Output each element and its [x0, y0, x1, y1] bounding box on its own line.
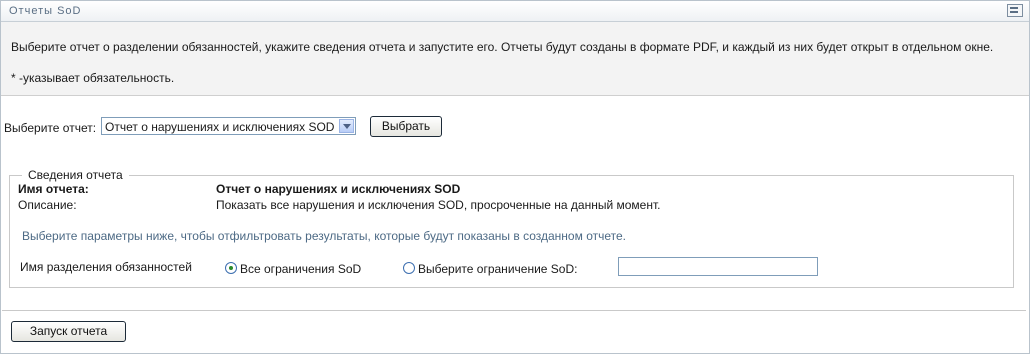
intro-description: Выберите отчет о разделении обязанностей… [11, 40, 994, 54]
report-select[interactable]: Отчет о нарушениях и исключениях SOD [101, 117, 356, 135]
radio-all-constraints[interactable] [225, 262, 237, 274]
sod-constraint-input[interactable] [618, 257, 818, 276]
report-name-value: Отчет о нарушениях и исключениях SOD [216, 182, 461, 196]
maximize-icon[interactable] [1007, 4, 1023, 17]
run-report-button[interactable]: Запуск отчета [11, 321, 126, 342]
chevron-down-icon[interactable] [339, 119, 354, 133]
radio-all-constraints-label[interactable]: Все ограничения SoD [240, 262, 361, 276]
sod-name-label: Имя разделения обязанностей [20, 260, 192, 274]
report-name-label: Имя отчета: [18, 182, 89, 196]
intro-panel: Выберите отчет о разделении обязанностей… [1, 22, 1029, 96]
select-report-button[interactable]: Выбрать [370, 116, 442, 137]
filter-hint: Выберите параметры ниже, чтобы отфильтро… [22, 229, 626, 243]
action-divider [2, 310, 1026, 311]
report-select-label: Выберите отчет: [4, 121, 97, 135]
radio-choose-constraint-label[interactable]: Выберите ограничение SoD: [418, 262, 577, 276]
report-desc-value: Показать все нарушения и исключения SOD,… [216, 198, 661, 212]
radio-choose-constraint[interactable] [403, 262, 415, 274]
required-note: * -указывает обязательность. [11, 71, 175, 85]
report-select-value: Отчет о нарушениях и исключениях SOD [105, 120, 335, 134]
portlet-title: Отчеты SoD [9, 5, 82, 17]
report-desc-label: Описание: [18, 198, 77, 212]
portlet-titlebar: Отчеты SoD [1, 1, 1029, 22]
report-details-legend: Сведения отчета [28, 168, 123, 182]
